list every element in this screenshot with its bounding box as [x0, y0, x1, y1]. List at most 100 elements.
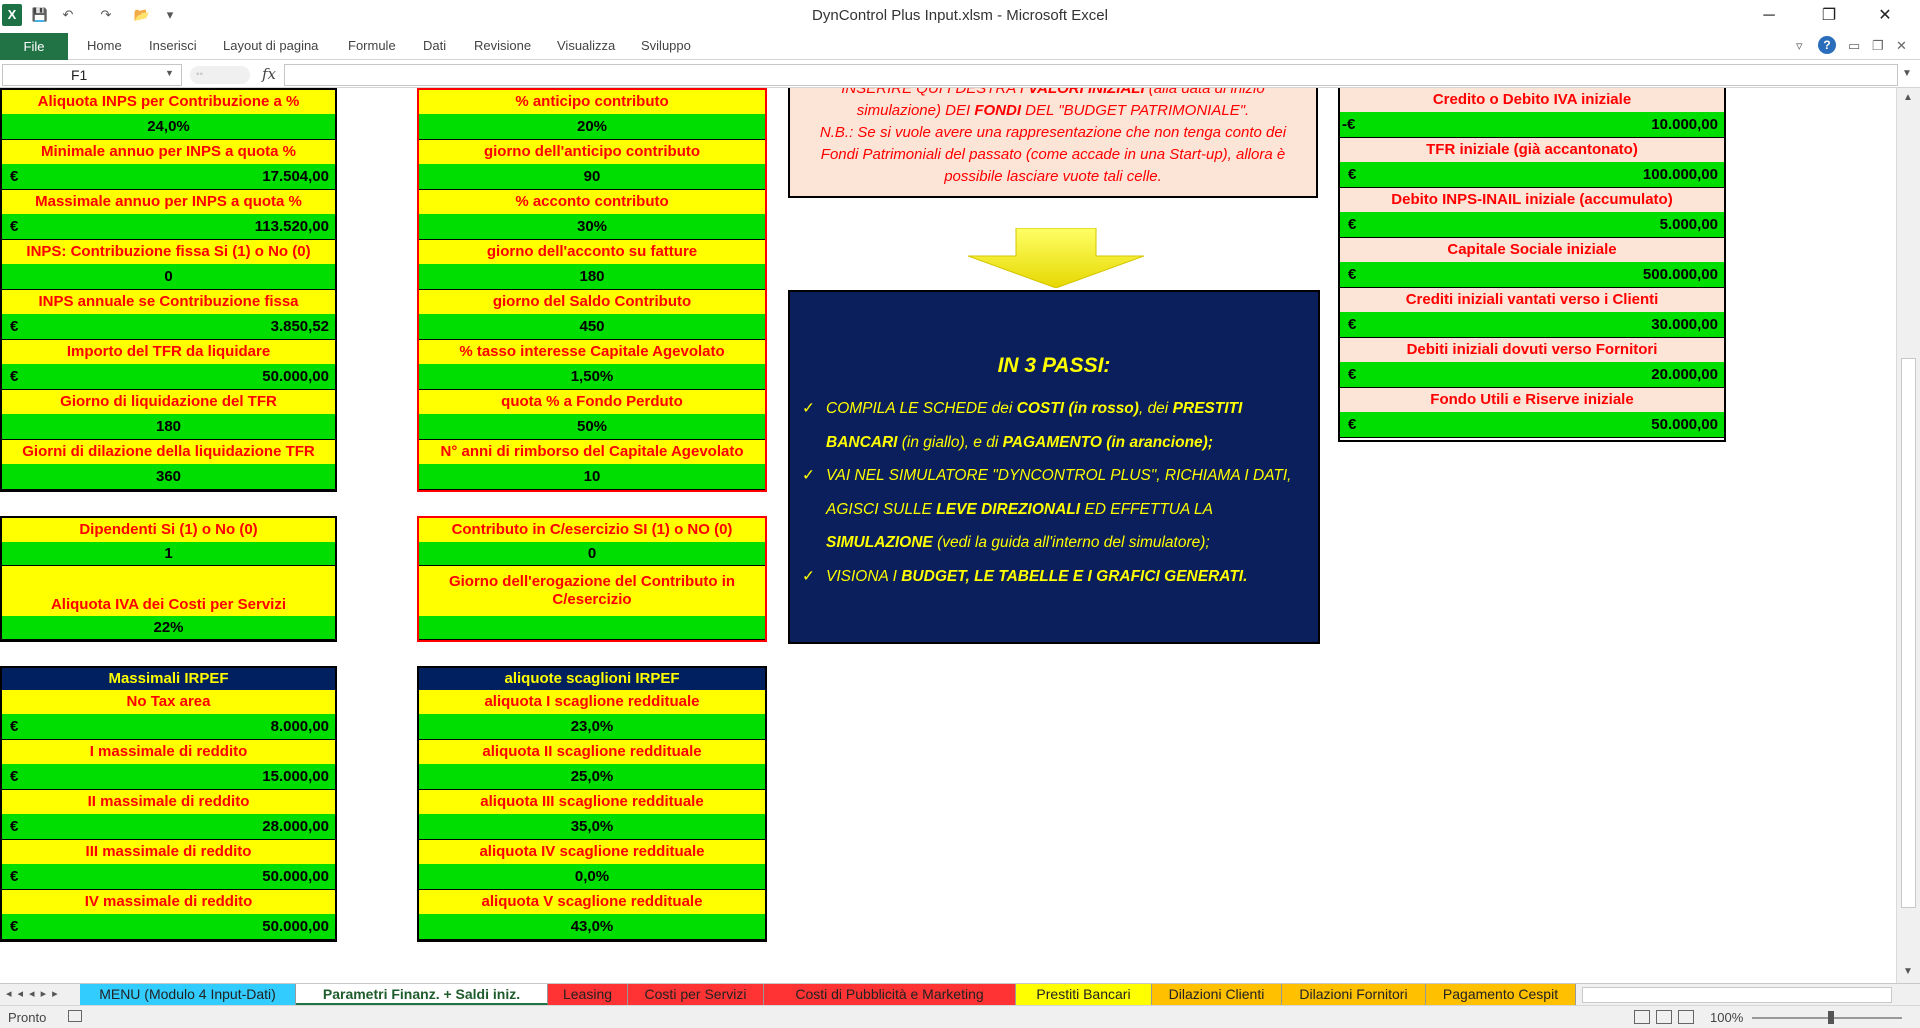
zoom-slider[interactable] [1752, 1017, 1902, 1019]
giorno-anticipo-label: giorno dell'anticipo contributo [419, 140, 765, 164]
aliquota-2-value[interactable]: 25,0% [419, 764, 765, 790]
fondi-patrimoniali-box: Credito o Debito IVA iniziale -€ 10.000,0… [1338, 88, 1726, 442]
formula-bar-grip[interactable]: ◦◦ [190, 66, 250, 84]
anni-rimborso-label: N° anni di rimborso del Capitale Agevola… [419, 440, 765, 464]
debiti-fornitori-value[interactable]: €20.000,00 [1340, 362, 1724, 388]
open-icon[interactable]: 📂 [132, 5, 152, 25]
giorno-erogazione-value[interactable] [419, 616, 765, 640]
sheet-tab-parametri[interactable]: Parametri Finanz. + Saldi iniz. [296, 984, 548, 1005]
no-tax-area-value[interactable]: €8.000,00 [2, 714, 335, 740]
contributo-esercizio-value[interactable]: 0 [419, 542, 765, 566]
worksheet[interactable]: Aliquota INPS per Contribuzione a % 24,0… [0, 88, 1896, 983]
zoom-level[interactable]: 100% [1710, 1010, 1743, 1025]
tab-sviluppo[interactable]: Sviluppo [641, 38, 691, 53]
sheet-tab-costi-pubblicita[interactable]: Costi di Pubblicità e Marketing [764, 984, 1016, 1005]
iva-servizi-value[interactable]: 22% [2, 616, 335, 640]
sheet-tab-leasing[interactable]: Leasing [548, 984, 628, 1005]
vertical-scrollbar[interactable]: ▲ ▼ [1896, 88, 1920, 983]
sheet-nav-arrows-icon[interactable]: ◂◂◂▸▸ [6, 987, 64, 1000]
tab-dati[interactable]: Dati [423, 38, 446, 53]
horizontal-scrollbar[interactable] [1582, 987, 1892, 1003]
tab-revisione[interactable]: Revisione [474, 38, 531, 53]
scroll-up-icon[interactable]: ▲ [1903, 92, 1913, 103]
aliquota-1-value[interactable]: 23,0% [419, 714, 765, 740]
aliquota-3-value[interactable]: 35,0% [419, 814, 765, 840]
name-box[interactable]: F1 [2, 64, 182, 86]
iva-iniziale-value[interactable]: -€ 10.000,00 [1340, 112, 1724, 138]
fondo-utili-value[interactable]: €50.000,00 [1340, 412, 1724, 438]
giorno-anticipo-value[interactable]: 90 [419, 164, 765, 190]
workbook-restore-icon[interactable]: ❐ [1872, 38, 1884, 54]
aliquota-3-label: aliquota III scaglione reddituale [419, 790, 765, 814]
expand-formula-icon[interactable]: ▼ [1902, 68, 1912, 79]
giorno-acconto-value[interactable]: 180 [419, 264, 765, 290]
aliquota-4-value[interactable]: 0,0% [419, 864, 765, 890]
tfr-iniziale-value[interactable]: €100.000,00 [1340, 162, 1724, 188]
formula-input[interactable] [284, 64, 1898, 86]
sheet-tab-menu[interactable]: MENU (Modulo 4 Input-Dati) [80, 984, 296, 1005]
tfr-importo-value[interactable]: €50.000,00 [2, 364, 335, 390]
tasso-interesse-value[interactable]: 1,50% [419, 364, 765, 390]
inps-inail-iniziale-value[interactable]: €5.000,00 [1340, 212, 1724, 238]
vertical-scroll-thumb[interactable] [1901, 358, 1916, 908]
close-button[interactable]: ✕ [1862, 0, 1908, 32]
page-break-view-icon[interactable] [1678, 1010, 1694, 1024]
crediti-clienti-value[interactable]: €30.000,00 [1340, 312, 1724, 338]
inps-annuale-value[interactable]: €3.850,52 [2, 314, 335, 340]
inps-aliquota-value[interactable]: 24,0% [2, 114, 335, 140]
tfr-dilazione-value[interactable]: 360 [2, 464, 335, 490]
note-line1-b: VALORI INIZIALI [1028, 88, 1145, 97]
fondo-perduto-value[interactable]: 50% [419, 414, 765, 440]
inps-minimale-value[interactable]: €17.504,00 [2, 164, 335, 190]
saldo-contributo-value[interactable]: 450 [419, 314, 765, 340]
sheet-tab-costi-servizi[interactable]: Costi per Servizi [628, 984, 764, 1005]
currency-symbol: € [1348, 415, 1357, 433]
workbook-close-icon[interactable]: ✕ [1896, 38, 1907, 54]
tab-home[interactable]: Home [87, 38, 122, 53]
redo-icon[interactable]: ↷ [96, 5, 116, 25]
massimale-4-value[interactable]: €50.000,00 [2, 914, 335, 940]
tab-layout-di-pagina[interactable]: Layout di pagina [223, 38, 318, 53]
sheet-tab-dilazioni-clienti[interactable]: Dilazioni Clienti [1152, 984, 1282, 1005]
scroll-down-icon[interactable]: ▼ [1903, 966, 1913, 977]
sheet-tab-pagamento-cespiti[interactable]: Pagamento Cespit [1426, 984, 1576, 1005]
dipendenti-value[interactable]: 1 [2, 542, 335, 566]
massimale-1-value[interactable]: €15.000,00 [2, 764, 335, 790]
aliquota-5-value[interactable]: 43,0% [419, 914, 765, 940]
capitale-sociale-label: Capitale Sociale iniziale [1340, 238, 1724, 262]
name-box-dropdown-icon[interactable]: ▼ [165, 68, 174, 78]
massimale-2-value[interactable]: €28.000,00 [2, 814, 335, 840]
inps-massimale-value[interactable]: €113.520,00 [2, 214, 335, 240]
anni-rimborso-value[interactable]: 10 [419, 464, 765, 490]
help-icon[interactable]: ? [1818, 36, 1836, 54]
restore-button[interactable]: ❐ [1806, 0, 1852, 32]
tab-visualizza[interactable]: Visualizza [557, 38, 615, 53]
sheet-tab-prestiti-bancari[interactable]: Prestiti Bancari [1016, 984, 1152, 1005]
undo-icon[interactable]: ↶ [58, 5, 78, 25]
massimale-3-value[interactable]: €50.000,00 [2, 864, 335, 890]
page-layout-view-icon[interactable] [1656, 1010, 1672, 1024]
capitale-sociale-value[interactable]: €500.000,00 [1340, 262, 1724, 288]
sheet-tab-dilazioni-fornitori[interactable]: Dilazioni Fornitori [1282, 984, 1426, 1005]
acconto-value[interactable]: 30% [419, 214, 765, 240]
minimize-button[interactable]: ─ [1746, 0, 1792, 32]
anticipo-value[interactable]: 20% [419, 114, 765, 140]
customize-qat-icon[interactable]: ▾ [160, 5, 180, 25]
tab-inserisci[interactable]: Inserisci [149, 38, 197, 53]
normal-view-icon[interactable] [1634, 1010, 1650, 1024]
tab-formule[interactable]: Formule [348, 38, 396, 53]
tfr-giorno-value[interactable]: 180 [2, 414, 335, 440]
file-tab[interactable]: File [0, 33, 68, 60]
workbook-minimize-icon[interactable]: ▭ [1848, 38, 1860, 54]
ribbon-collapse-icon[interactable]: ▿ [1796, 38, 1803, 54]
macro-record-icon[interactable] [68, 1010, 82, 1022]
step-1-a: COMPILA LE SCHEDE dei [826, 400, 1017, 417]
inps-fissa-value[interactable]: 0 [2, 264, 335, 290]
insert-function-icon[interactable]: fx [262, 65, 276, 83]
sheet-tab-bar: ◂◂◂▸▸ MENU (Modulo 4 Input-Dati) Paramet… [0, 983, 1920, 1005]
amount: 100.000,00 [1642, 165, 1718, 183]
debiti-fornitori-label: Debiti iniziali dovuti verso Fornitori [1340, 338, 1724, 362]
save-icon[interactable]: 💾 [30, 5, 50, 25]
no-tax-area-label: No Tax area [2, 690, 335, 714]
zoom-slider-knob[interactable] [1828, 1011, 1834, 1024]
